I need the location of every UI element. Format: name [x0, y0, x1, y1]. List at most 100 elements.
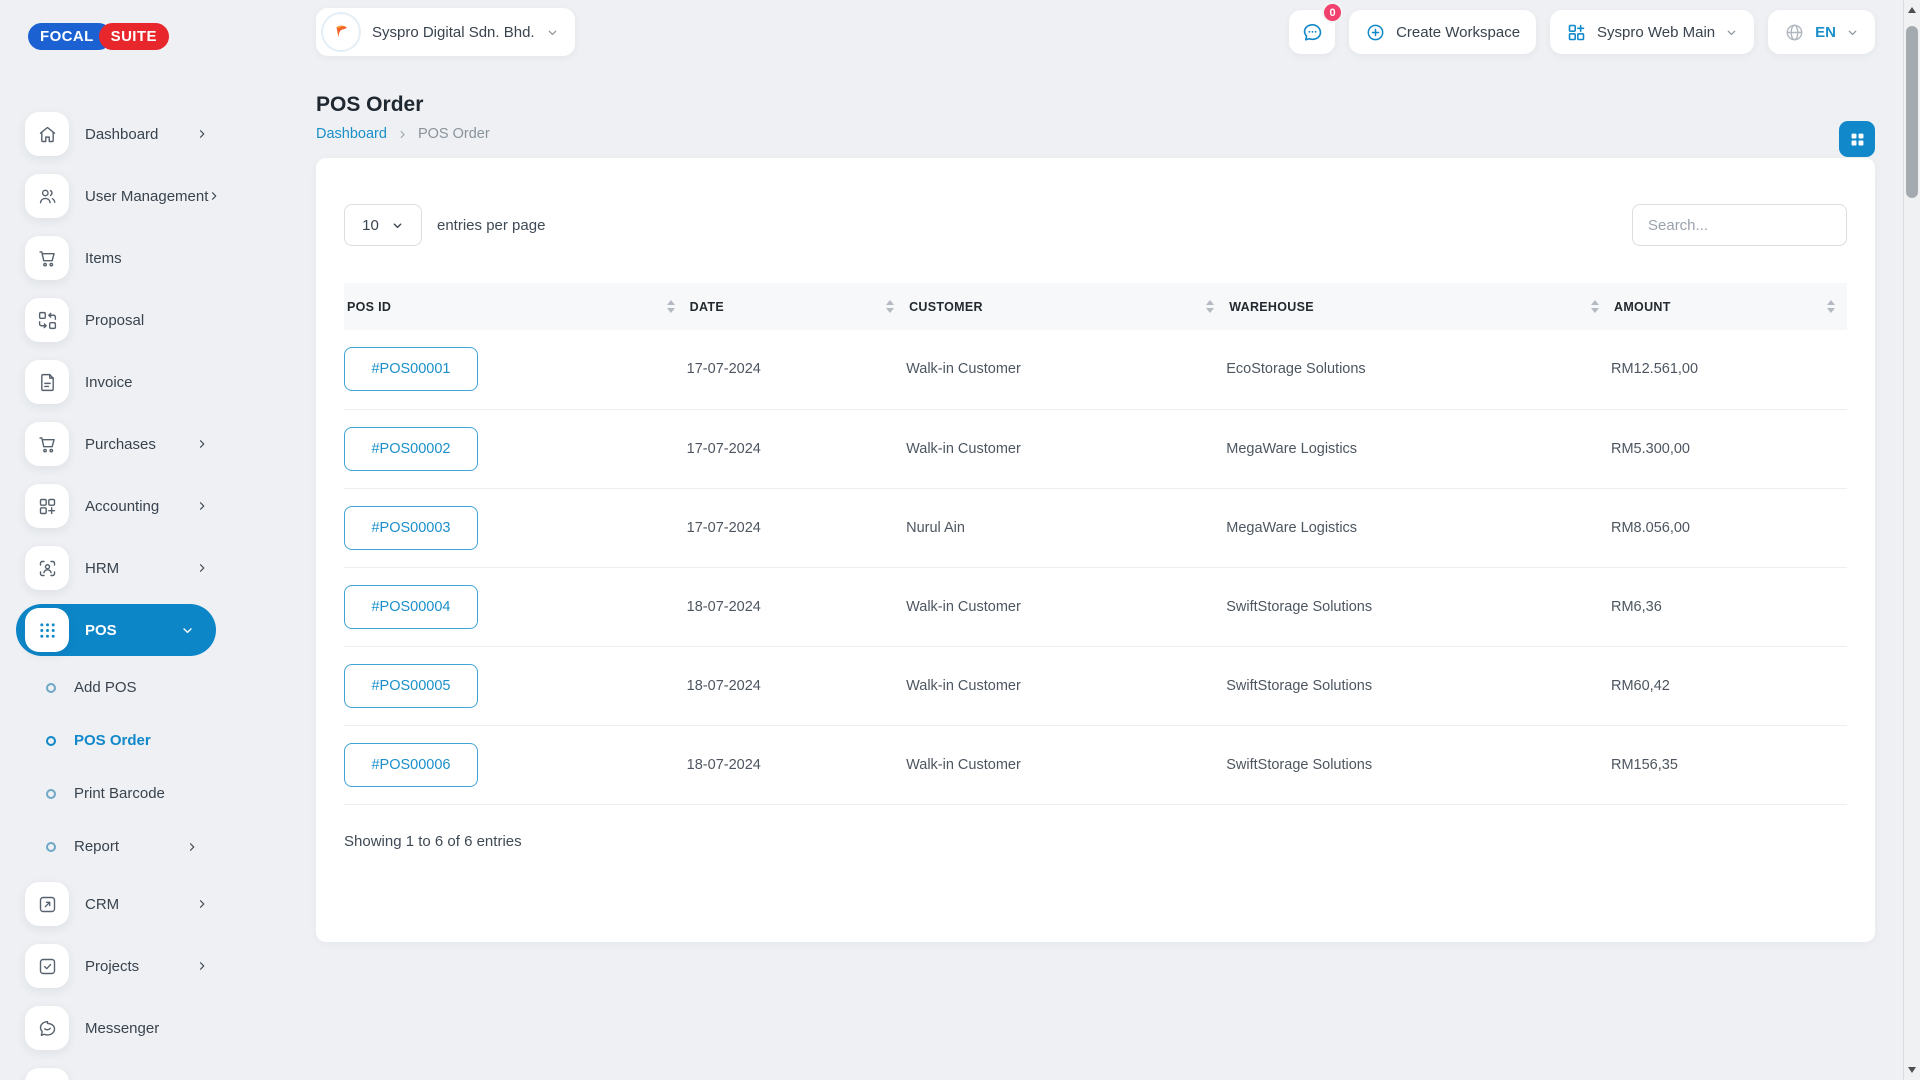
circle-bullet-icon [46, 736, 56, 746]
sidebar-item-proposal[interactable]: Proposal [0, 289, 232, 351]
sidebar-item-hrm[interactable]: HRM [0, 537, 232, 599]
company-logo-icon [321, 12, 361, 52]
amount-cell: RM8.056,00 [1611, 488, 1847, 567]
grid-icon [1848, 130, 1867, 149]
table-row: #POS00001 17-07-2024 Walk-in Customer Ec… [344, 330, 1847, 409]
date-cell: 18-07-2024 [687, 567, 906, 646]
pos-id-cell: #POS00001 [344, 330, 687, 409]
customer-cell: Walk-in Customer [906, 646, 1226, 725]
column-header-amount[interactable]: AMOUNT [1611, 283, 1847, 330]
pos-id-button[interactable]: #POS00004 [344, 585, 478, 629]
sidebar-subitem-print-barcode[interactable]: Print Barcode [0, 767, 232, 820]
plus-circle-icon [1365, 22, 1386, 43]
column-header-date[interactable]: DATE [687, 283, 906, 330]
sort-icon [667, 300, 675, 313]
sidebar-item-accounting[interactable]: Accounting [0, 475, 232, 537]
pos-order-table: POS ID DATE CUSTOMER WAREHOUSE AMOUNT #P… [344, 283, 1847, 805]
language-selector[interactable]: EN [1768, 10, 1875, 54]
sort-icon [1591, 300, 1599, 313]
pos-order-card: 10 entries per page POS ID DATE CUSTOMER… [316, 158, 1875, 942]
pos-id-cell: #POS00003 [344, 488, 687, 567]
sidebar-item-user-management[interactable]: User Management [0, 165, 232, 227]
column-header-customer[interactable]: CUSTOMER [906, 283, 1226, 330]
pos-id-cell: #POS00006 [344, 725, 687, 804]
create-workspace-button[interactable]: Create Workspace [1349, 10, 1536, 54]
chat-icon [1301, 21, 1324, 44]
chevron-right-icon [208, 190, 220, 202]
sidebar: FOCAL SUITE Dashboard User Management It… [0, 0, 232, 1080]
scroll-up-arrow-icon[interactable] [1908, 7, 1916, 13]
scrollbar[interactable] [1903, 0, 1920, 1080]
transform-icon [25, 298, 69, 342]
sidebar-item-label: POS [85, 622, 181, 639]
sidebar-nav: Dashboard User Management Items Proposal [0, 103, 232, 1080]
customer-cell: Walk-in Customer [906, 409, 1226, 488]
breadcrumb-dashboard-link[interactable]: Dashboard [316, 126, 387, 142]
chevron-right-icon [196, 438, 208, 450]
sort-icon [1206, 300, 1214, 313]
breadcrumb-current: POS Order [418, 126, 490, 142]
check-square-icon [25, 944, 69, 988]
chevron-right-icon [397, 129, 408, 140]
warehouse-cell: MegaWare Logistics [1226, 488, 1611, 567]
sidebar-item-projects[interactable]: Projects [0, 935, 232, 997]
workspace-selector[interactable]: Syspro Web Main [1550, 10, 1754, 54]
sidebar-subitem-add-pos[interactable]: Add POS [0, 661, 232, 714]
chevron-right-icon [186, 841, 198, 853]
workspace-name: Syspro Web Main [1597, 24, 1715, 41]
pos-id-button[interactable]: #POS00006 [344, 743, 478, 787]
sidebar-item-label: Purchases [85, 436, 196, 453]
sidebar-item-messenger[interactable]: Messenger [0, 997, 232, 1059]
sidebar-subitem-report[interactable]: Report [0, 820, 232, 873]
column-header-pos-id[interactable]: POS ID [344, 283, 687, 330]
sidebar-subitem-label: Print Barcode [74, 785, 206, 802]
chevron-down-icon [181, 624, 194, 637]
main-content: Syspro Digital Sdn. Bhd. 0 Create Worksp… [232, 0, 1920, 1080]
sidebar-subitem-label: Add POS [74, 679, 206, 696]
sidebar-item-crm[interactable]: CRM [0, 873, 232, 935]
table-header-row: POS ID DATE CUSTOMER WAREHOUSE AMOUNT [344, 283, 1847, 330]
table-row: #POS00002 17-07-2024 Walk-in Customer Me… [344, 409, 1847, 488]
sidebar-subitem-pos-order[interactable]: POS Order [0, 714, 232, 767]
sidebar-item-dashboard[interactable]: Dashboard [0, 103, 232, 165]
page-header: POS Order Dashboard POS Order [316, 93, 1875, 142]
table-row: #POS00006 18-07-2024 Walk-in Customer Sw… [344, 725, 1847, 804]
entries-per-page-select[interactable]: 10 [344, 204, 422, 246]
sidebar-item-label: User Management [85, 188, 208, 205]
customer-cell: Nurul Ain [906, 488, 1226, 567]
chevron-down-icon [546, 26, 559, 39]
chevron-down-icon [1725, 26, 1738, 39]
pos-id-button[interactable]: #POS00002 [344, 427, 478, 471]
sidebar-item-label: Accounting [85, 498, 196, 515]
search-input[interactable] [1632, 204, 1847, 246]
sidebar-item-pos[interactable]: POS [16, 604, 216, 656]
pos-id-button[interactable]: #POS00003 [344, 506, 478, 550]
layout-grid-button[interactable] [1839, 121, 1875, 157]
sidebar-item-items[interactable]: Items [0, 227, 232, 289]
company-selector[interactable]: Syspro Digital Sdn. Bhd. [316, 8, 575, 56]
sidebar-item-label: HRM [85, 560, 196, 577]
sidebar-item-invoice[interactable]: Invoice [0, 351, 232, 413]
chat-button[interactable]: 0 [1289, 10, 1335, 54]
circle-bullet-icon [46, 842, 56, 852]
entries-per-page-label: entries per page [437, 217, 545, 234]
chevron-down-icon [391, 219, 404, 232]
sidebar-item-purchases[interactable]: Purchases [0, 413, 232, 475]
chevron-right-icon [196, 500, 208, 512]
scrollbar-thumb[interactable] [1906, 26, 1918, 198]
scroll-down-arrow-icon[interactable] [1908, 1067, 1916, 1073]
chevron-right-icon [196, 960, 208, 972]
sidebar-item-helpdesk[interactable]: Helpdesk [0, 1059, 232, 1080]
language-code: EN [1815, 24, 1836, 41]
pos-id-button[interactable]: #POS00005 [344, 664, 478, 708]
customer-cell: Walk-in Customer [906, 567, 1226, 646]
date-cell: 17-07-2024 [687, 488, 906, 567]
amount-cell: RM5.300,00 [1611, 409, 1847, 488]
pos-id-cell: #POS00005 [344, 646, 687, 725]
column-header-warehouse[interactable]: WAREHOUSE [1226, 283, 1611, 330]
sidebar-item-label: Invoice [85, 374, 216, 391]
invoice-icon [25, 360, 69, 404]
pos-id-button[interactable]: #POS00001 [344, 347, 478, 391]
headset-icon [25, 1068, 69, 1080]
app-logo[interactable]: FOCAL SUITE [28, 23, 169, 50]
